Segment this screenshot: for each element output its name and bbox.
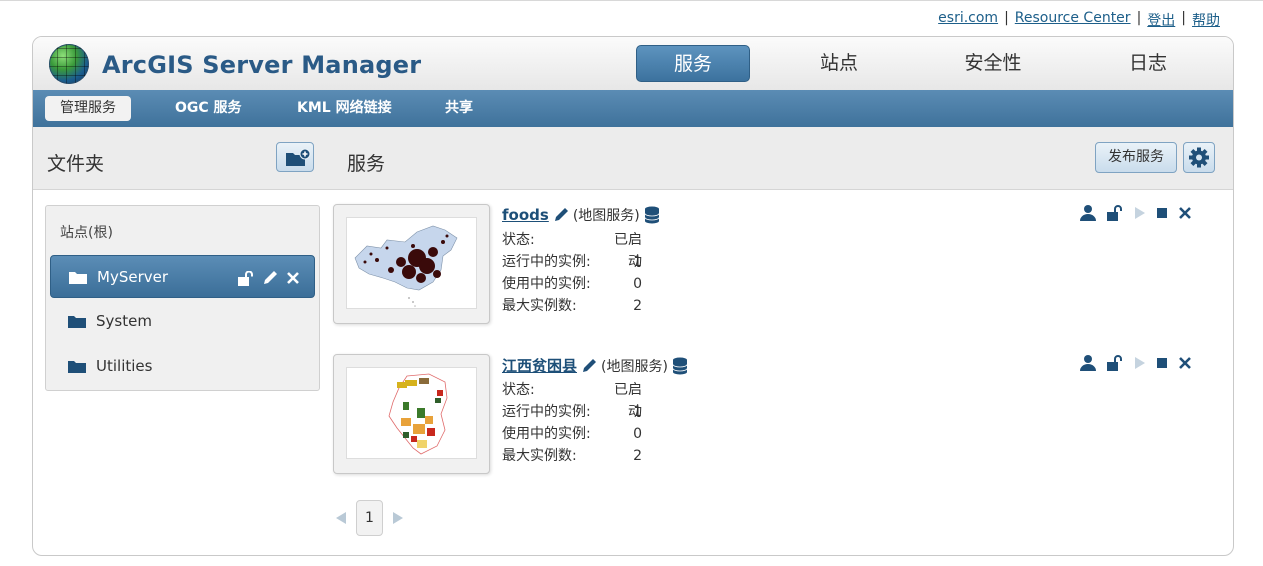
service-type: (地图服务) [572, 208, 640, 224]
edit-pencil-icon[interactable] [581, 358, 597, 374]
service-actions [1079, 354, 1192, 371]
user-permissions-icon[interactable] [1079, 354, 1097, 371]
sub-navigation: 管理服务 OGC 服务 KML 网络链接 共享 [33, 90, 1233, 127]
app-frame: ArcGIS Server Manager 服务 站点 安全性 日志 管理服务 … [32, 36, 1234, 556]
arcgis-globe-logo [49, 44, 89, 84]
page-number-button[interactable]: 1 [356, 500, 383, 536]
status-label: 状态: [502, 382, 535, 398]
services-title: 服务 [347, 153, 386, 175]
delete-x-icon[interactable] [1178, 356, 1192, 370]
next-page-arrow-icon[interactable] [393, 512, 403, 524]
running-instances-label: 运行中的实例: [502, 254, 591, 270]
status-value: 已启动 [614, 232, 642, 270]
pagination: 1 [336, 500, 403, 536]
app-title: ArcGIS Server Manager [102, 51, 422, 79]
folder-actions [238, 270, 300, 286]
separator: | [1004, 10, 1009, 26]
service-info: 状态: 已启动 运行中的实例: 1 使用中的实例: 0 最大实例数: 2 [502, 229, 642, 317]
in-use-instances-label: 使用中的实例: [502, 426, 591, 442]
user-permissions-icon[interactable] [1079, 204, 1097, 221]
resource-center-link[interactable]: Resource Center [1015, 10, 1131, 30]
toolbar: 文件夹 服务 发布服务 [33, 127, 1233, 190]
database-icon [672, 357, 688, 374]
subtab-sharing[interactable]: 共享 [445, 96, 473, 121]
unlock-icon[interactable] [1107, 204, 1124, 221]
add-folder-icon [286, 148, 311, 166]
service-thumbnail[interactable] [333, 204, 490, 324]
service-name-link[interactable]: foods [502, 206, 549, 224]
running-instances-label: 运行中的实例: [502, 404, 591, 420]
subtab-manage-services[interactable]: 管理服务 [45, 96, 131, 121]
help-link[interactable]: 帮助 [1192, 10, 1220, 30]
stop-icon[interactable] [1156, 207, 1168, 219]
folder-label: System [96, 312, 152, 330]
edit-pencil-icon[interactable] [262, 270, 278, 286]
max-instances-value: 2 [633, 298, 642, 314]
database-icon [644, 206, 660, 224]
start-play-icon[interactable] [1134, 356, 1146, 370]
start-play-icon[interactable] [1134, 206, 1146, 220]
in-use-instances-value: 0 [633, 426, 642, 442]
service-name-link[interactable]: 江西贫困县 [502, 355, 577, 376]
status-value: 已启动 [614, 382, 642, 420]
service-actions [1079, 204, 1192, 221]
tab-security[interactable]: 安全性 [936, 45, 1050, 82]
folder-panel: 站点(根) MyServer System Utilities [45, 205, 320, 391]
header: ArcGIS Server Manager 服务 站点 安全性 日志 [33, 37, 1233, 90]
running-instances-value: 1 [633, 254, 642, 270]
gear-icon [1189, 147, 1209, 168]
stop-icon[interactable] [1156, 357, 1168, 369]
tab-site[interactable]: 站点 [782, 45, 896, 82]
tab-logs[interactable]: 日志 [1091, 45, 1205, 82]
top-links: esri.com | Resource Center | 登出 | 帮助 [938, 10, 1220, 30]
separator: | [1181, 10, 1186, 26]
previous-page-arrow-icon[interactable] [336, 512, 346, 524]
delete-x-icon[interactable] [286, 271, 300, 285]
tab-services[interactable]: 服务 [636, 45, 750, 82]
new-folder-button[interactable] [276, 142, 314, 172]
china-map-thumbnail [346, 217, 477, 309]
separator: | [1136, 10, 1142, 26]
edit-pencil-icon[interactable] [553, 207, 569, 223]
folder-label: MyServer [97, 268, 169, 286]
service-thumbnail[interactable] [333, 354, 490, 474]
unlock-icon[interactable] [1107, 354, 1124, 371]
folder-item-utilities[interactable]: Utilities [50, 345, 315, 388]
in-use-instances-label: 使用中的实例: [502, 276, 591, 292]
service-header: 江西贫困县 (地图服务) [502, 355, 688, 376]
service-type: (地图服务) [601, 358, 668, 375]
subtab-kml-links[interactable]: KML 网络链接 [297, 96, 392, 121]
folder-root[interactable]: 站点(根) [60, 222, 113, 242]
folder-item-system[interactable]: System [50, 300, 315, 343]
publish-service-button[interactable]: 发布服务 [1095, 142, 1177, 173]
subtab-ogc-services[interactable]: OGC 服务 [175, 96, 242, 121]
status-label: 状态: [502, 232, 535, 248]
in-use-instances-value: 0 [633, 276, 642, 292]
folder-icon [69, 272, 87, 284]
service-info: 状态: 已启动 运行中的实例: 1 使用中的实例: 0 最大实例数: 2 [502, 379, 642, 467]
unlock-icon[interactable] [238, 270, 254, 286]
jiangxi-map-thumbnail [346, 367, 477, 459]
max-instances-label: 最大实例数: [502, 298, 577, 314]
esri-link[interactable]: esri.com [938, 10, 998, 30]
max-instances-value: 2 [633, 448, 642, 464]
folders-title: 文件夹 [47, 153, 105, 175]
settings-button[interactable] [1183, 142, 1215, 173]
max-instances-label: 最大实例数: [502, 448, 577, 464]
delete-x-icon[interactable] [1178, 206, 1192, 220]
service-header: foods (地图服务) [502, 205, 660, 225]
logout-link[interactable]: 登出 [1147, 10, 1175, 30]
folder-item-myserver[interactable]: MyServer [50, 255, 315, 298]
running-instances-value: 1 [633, 404, 642, 420]
folder-icon [68, 361, 86, 373]
folder-icon [68, 316, 86, 328]
folder-label: Utilities [96, 357, 153, 375]
